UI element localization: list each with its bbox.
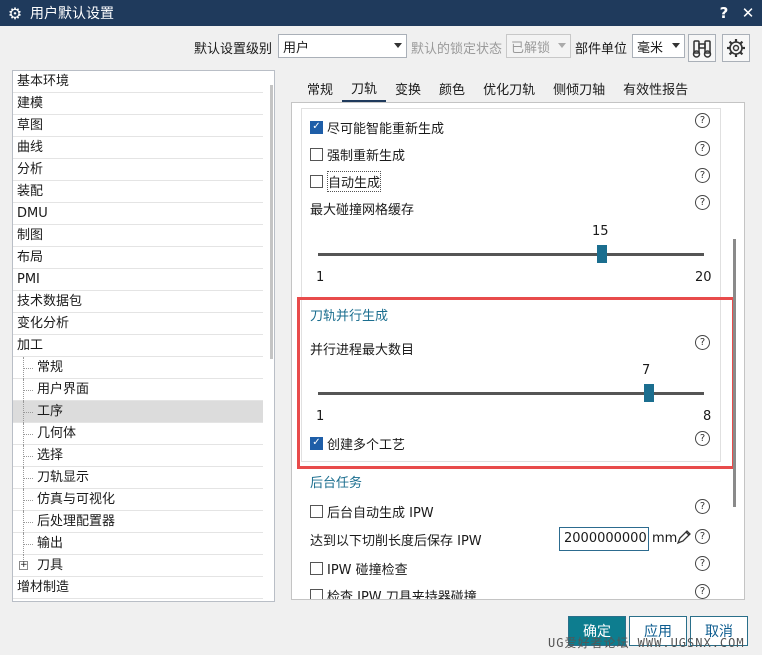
window-title: 用户默认设置 [30,6,114,22]
tree-item-machining[interactable]: 加工 [13,335,263,357]
unit-select-value: 毫米 [637,40,664,56]
tree-item[interactable]: 仿真与可视化 [13,489,263,511]
tab-optimize-toolpath[interactable]: 优化刀轨 [474,74,544,102]
tree-item[interactable]: 草图 [13,115,263,137]
tree-item[interactable]: 增材制造 [13,577,263,599]
tree-item[interactable]: 基本环境 [13,71,263,93]
lock-select[interactable]: 已解锁 [506,34,571,58]
find-button[interactable] [688,34,716,62]
level-select[interactable]: 用户 [278,34,407,58]
ipw-collision-checkbox[interactable]: IPW 碰撞检查 [310,557,408,579]
unit-select[interactable]: 毫米 [632,34,685,58]
settings-button[interactable] [722,34,750,62]
help-icon[interactable]: ? [695,499,710,514]
tree-item[interactable]: PMI [13,269,263,291]
ipw-length-label: 达到以下切削长度后保存 IPW [310,533,482,549]
checkbox-icon [310,588,323,599]
bg-auto-ipw-checkbox[interactable]: 后台自动生成 IPW [310,500,434,522]
collision-cache-slider[interactable] [597,245,608,263]
checkbox-icon [310,147,323,161]
regen-smart-checkbox[interactable]: ✓ 尽可能智能重新生成 [310,116,444,138]
tree-item[interactable]: 选择 [13,445,263,467]
tree-item[interactable]: 制图 [13,225,263,247]
ipw-length-input[interactable]: 2000000000 [559,527,649,551]
help-icon[interactable]: ? [695,529,710,544]
checkbox-icon [310,504,323,518]
tree-item[interactable]: 建模 [13,93,263,115]
help-button[interactable]: ? [712,0,736,26]
collision-cache-value: 15 [592,224,609,239]
tab-bar: 常规 刀轨 变换 颜色 优化刀轨 侧倾刀轴 有效性报告 [298,74,697,102]
panel-scrollbar[interactable] [733,239,736,507]
expand-icon[interactable]: + [19,561,28,570]
tab-general[interactable]: 常规 [298,74,342,102]
tree-item[interactable]: 技术数据包 [13,291,263,313]
watermark: UG爱好者论坛 WWW.UGSNX.COM [548,636,745,650]
tree-item[interactable]: 曲线 [13,137,263,159]
checkbox-checked-icon: ✓ [310,120,323,134]
gear-icon: ⚙ [7,3,23,23]
tree-item[interactable]: DMU [13,203,263,225]
tree-scrollbar[interactable] [270,85,273,359]
level-select-value: 用户 [283,40,310,56]
tab-color[interactable]: 颜色 [430,74,474,102]
chevron-down-icon [394,43,402,48]
highlight-box [297,297,735,469]
tab-validity-report[interactable]: 有效性报告 [614,74,697,102]
title-bar: ⚙ 用户默认设置 ? ✕ [0,0,762,26]
help-icon[interactable]: ? [695,556,710,571]
tree-item[interactable]: 变化分析 [13,313,263,335]
help-icon[interactable]: ? [695,584,710,599]
tree-item[interactable]: 输出 [13,533,263,555]
tab-transform[interactable]: 变换 [386,74,430,102]
pencil-icon[interactable] [676,529,692,545]
help-icon[interactable]: ? [695,113,710,128]
tree-item[interactable]: 用户界面 [13,379,263,401]
checkbox-icon [310,561,323,575]
tree-item[interactable]: 几何体 [13,423,263,445]
help-icon[interactable]: ? [695,168,710,183]
checkbox-icon [310,174,323,188]
tab-tilt-tool-axis[interactable]: 侧倾刀轴 [544,74,614,102]
unit-label: 部件单位 [575,41,628,57]
help-icon[interactable]: ? [695,195,710,210]
close-button[interactable]: ✕ [736,0,760,26]
tree-item[interactable]: 后处理配置器 [13,511,263,533]
collision-cache-track[interactable] [318,253,704,256]
settings-panel: ✓ 尽可能智能重新生成 ? 强制重新生成 ? 自动生成 ? 最大碰撞网格缓存 ? … [291,102,745,600]
lock-select-value: 已解锁 [511,40,551,56]
tool-holder-check-checkbox[interactable]: 检查 IPW 刀具夹持器碰撞 [310,584,477,599]
tree-item[interactable]: 刀轨显示 [13,467,263,489]
chevron-down-icon [672,43,680,48]
tree-item[interactable]: 布局 [13,247,263,269]
chevron-down-icon [558,43,566,48]
collision-cache-label: 最大碰撞网格缓存 [310,202,415,218]
background-section-title: 后台任务 [310,476,363,491]
auto-generate-checkbox[interactable]: 自动生成 [310,170,382,192]
tree-item-operation[interactable]: 工序 [13,401,263,423]
ipw-unit: mm [652,531,678,546]
tab-toolpath[interactable]: 刀轨 [342,74,387,102]
collision-cache-max: 20 [695,270,712,285]
gear-icon [727,39,745,57]
lock-label: 默认的锁定状态 [411,41,503,57]
collision-cache-min: 1 [316,270,325,285]
category-tree[interactable]: 基本环境 建模 草图 曲线 分析 装配 DMU 制图 布局 PMI 技术数据包 … [12,70,275,602]
help-icon[interactable]: ? [695,141,710,156]
level-label: 默认设置级别 [194,41,273,57]
tree-item[interactable]: + 刀具 [13,555,263,577]
tree-item[interactable]: 常规 [13,357,263,379]
tree-item[interactable]: 装配 [13,181,263,203]
binoculars-icon [692,40,712,58]
tree-item[interactable]: 分析 [13,159,263,181]
regen-force-checkbox[interactable]: 强制重新生成 [310,143,405,165]
